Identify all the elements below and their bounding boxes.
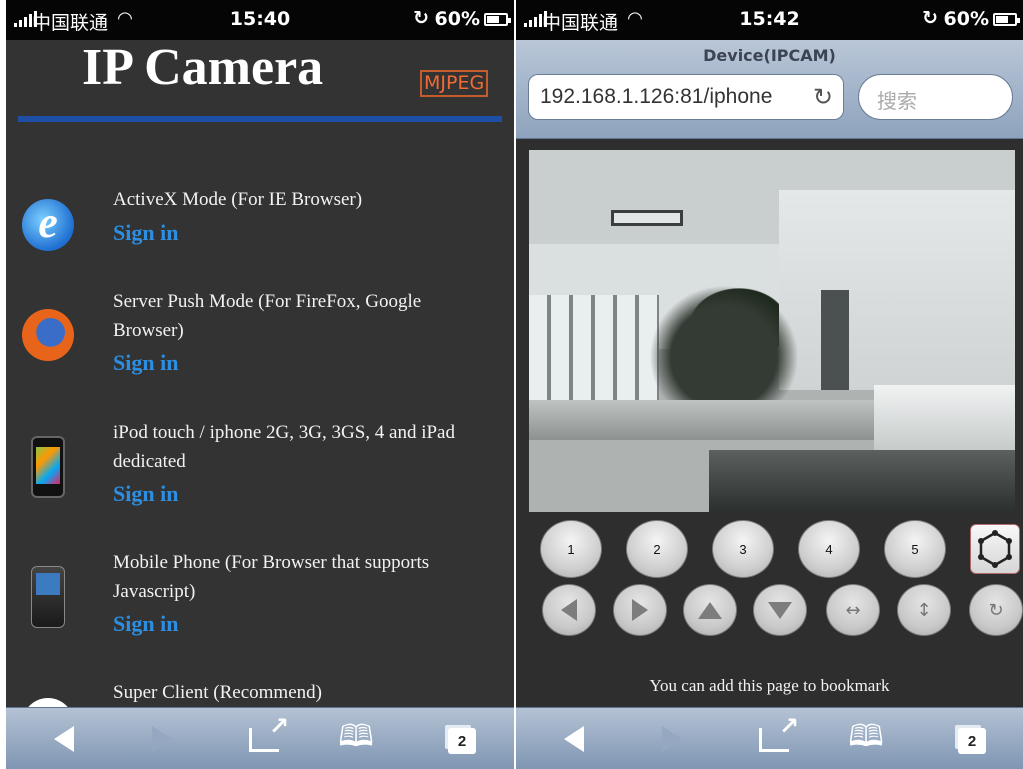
login-page: IP Camera MJPEG e ActiveX Mode (For IE B…	[6, 40, 514, 707]
video-ceiling-lamp	[611, 210, 683, 226]
bookmark-note: You can add this page to bookmark	[649, 676, 890, 695]
pan-right-button[interactable]	[613, 584, 667, 636]
search-input[interactable]: 搜索	[858, 74, 1013, 120]
stop-button[interactable]: ↻	[969, 584, 1023, 636]
browser-page-title: Device(IPCAM)	[703, 46, 836, 65]
sign-in-link-server-push[interactable]: Sign in	[113, 350, 178, 376]
forward-button[interactable]	[142, 722, 182, 756]
tilt-down-button[interactable]	[753, 584, 807, 636]
status-bar: 中国联通 ◠ 15:40 ↻ 60%	[6, 0, 514, 40]
mode-description: iPod touch / iphone 2G, 3G, 3GS, 4 and i…	[113, 422, 455, 472]
mobile-phone-icon	[31, 566, 65, 628]
preset-2-button[interactable]: 2	[626, 520, 688, 578]
down-arrow-icon	[768, 601, 792, 619]
preset-1-button[interactable]: 1	[540, 520, 602, 578]
forward-arrow-icon	[662, 726, 682, 752]
back-button[interactable]	[554, 722, 594, 756]
status-bar: 中国联通 ◠ 15:42 ↻ 60%	[516, 0, 1023, 40]
video-wall	[779, 190, 1015, 390]
sign-in-link-iphone[interactable]: Sign in	[113, 481, 178, 507]
mode-description: ActiveX Mode (For IE Browser)	[113, 189, 363, 210]
url-text: 192.168.1.126:81/iphone	[540, 85, 773, 108]
tabs-button[interactable]: 2	[448, 728, 476, 754]
video-doorway	[821, 290, 849, 390]
battery-percent: 60%	[434, 8, 480, 30]
horizontal-arrows-icon: ↔	[845, 599, 861, 621]
url-input[interactable]: 192.168.1.126:81/iphone ↻	[528, 74, 844, 120]
patrol-button[interactable]	[970, 524, 1020, 574]
sign-in-link-mobile[interactable]: Sign in	[113, 611, 178, 637]
battery-icon	[993, 13, 1020, 26]
browser-toolbar: 🕮 2	[6, 707, 514, 769]
title-divider	[18, 116, 502, 122]
camera-video-feed	[529, 150, 1015, 512]
preset-5-button[interactable]: 5	[884, 520, 946, 578]
left-phone-screen: 中国联通 ◠ 15:40 ↻ 60% IP Camera MJPEG e Act…	[6, 0, 514, 769]
ie-browser-icon: e	[22, 198, 74, 251]
up-arrow-icon	[698, 601, 722, 619]
tabs-count: 2	[457, 732, 467, 750]
preset-4-button[interactable]: 4	[798, 520, 860, 578]
mode-description: Server Push Mode (For FireFox, Google Br…	[113, 291, 422, 341]
video-plant	[649, 285, 799, 405]
browser-address-bar: Device(IPCAM) 192.168.1.126:81/iphone ↻ …	[516, 40, 1023, 139]
left-arrow-icon	[561, 599, 577, 621]
mode-description: Super Client (Recommend)	[113, 682, 322, 703]
rotate-icon: ↻	[988, 599, 1004, 621]
page-title: IP Camera	[82, 40, 324, 96]
browser-toolbar: 🕮 2	[516, 707, 1023, 769]
vertical-patrol-button[interactable]: ↕	[897, 584, 951, 636]
mjpeg-badge[interactable]: MJPEG	[420, 70, 489, 97]
bookmarks-icon[interactable]: 🕮	[846, 719, 886, 756]
tilt-up-button[interactable]	[683, 584, 737, 636]
back-arrow-icon	[54, 726, 74, 752]
share-icon[interactable]	[249, 712, 289, 752]
vertical-arrows-icon: ↕	[916, 599, 932, 621]
reload-icon[interactable]: ↻	[813, 83, 833, 112]
right-arrow-icon	[632, 599, 648, 621]
video-window	[529, 295, 659, 405]
battery-percent: 60%	[943, 8, 989, 30]
rotation-lock-icon: ↻	[922, 7, 938, 29]
back-arrow-icon	[564, 726, 584, 752]
back-button[interactable]	[44, 722, 84, 756]
pan-left-button[interactable]	[542, 584, 596, 636]
iphone-icon	[31, 436, 65, 498]
tabs-count: 2	[967, 732, 977, 750]
sign-in-link-activex[interactable]: Sign in	[113, 220, 178, 246]
super-client-icon	[22, 698, 74, 707]
tabs-button[interactable]: 2	[958, 728, 986, 754]
preset-3-button[interactable]: 3	[712, 520, 774, 578]
forward-button[interactable]	[652, 722, 692, 756]
firefox-icon	[22, 309, 74, 361]
patrol-icon	[978, 530, 1012, 568]
rotation-lock-icon: ↻	[413, 7, 429, 29]
horizontal-patrol-button[interactable]: ↔	[826, 584, 880, 636]
video-foreground	[709, 450, 1015, 512]
share-icon[interactable]	[759, 712, 799, 752]
forward-arrow-icon	[152, 726, 172, 752]
bookmarks-icon[interactable]: 🕮	[336, 719, 376, 756]
battery-icon	[484, 13, 511, 26]
right-phone-screen: 中国联通 ◠ 15:42 ↻ 60% Device(IPCAM) 192.168…	[516, 0, 1023, 769]
mode-description: Mobile Phone (For Browser that supports …	[113, 552, 430, 602]
